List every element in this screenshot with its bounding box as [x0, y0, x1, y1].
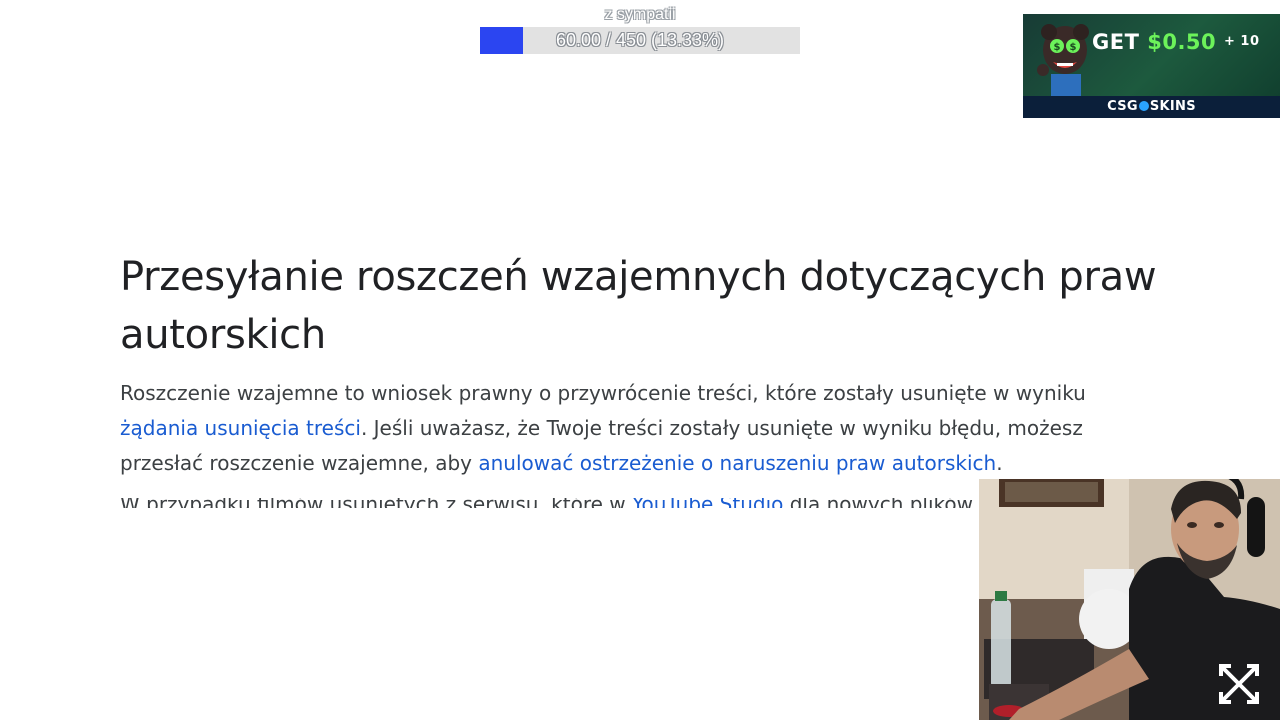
next-line-text-2: dla nowych plików formularza roszczenia [783, 498, 980, 508]
svg-text:$: $ [1054, 42, 1061, 53]
webcam-image [979, 479, 1280, 720]
article-next-line-cut: W przypadku filmów usuniętych z serwisu,… [120, 498, 980, 508]
sponsor-amount: $0.50 [1147, 30, 1217, 54]
sponsor-brand-left: CSG [1107, 99, 1138, 114]
svg-text:$: $ [1070, 42, 1077, 53]
cancel-strike-link[interactable]: anulować ostrzeżenie o naruszeniu praw a… [478, 451, 996, 475]
brand-logo-icon [1138, 101, 1149, 111]
sponsor-plus: + 10 [1223, 34, 1260, 49]
sponsor-banner[interactable]: $ $ GET $0.50 + 10 CSG SKINS [1023, 14, 1280, 118]
sponsor-banner-art: $ $ GET $0.50 + 10 [1023, 14, 1280, 96]
sponsor-brand-right: SKINS [1149, 99, 1196, 114]
mascot-icon: $ $ [1037, 24, 1089, 96]
youtube-studio-link[interactable]: YouTube Studio [632, 498, 783, 508]
next-line-text: W przypadku filmów usuniętych z serwisu,… [120, 498, 980, 508]
intro-text-1: Roszczenie wzajemne to wniosek prawny o … [120, 381, 1086, 405]
next-line-text-1: W przypadku filmów usuniętych z serwisu,… [120, 498, 632, 508]
article-intro: Roszczenie wzajemne to wniosek prawny o … [120, 376, 1160, 481]
sponsor-get: GET [1092, 30, 1140, 54]
donation-goal: z sympatii 60.00 / 450 (13.33%) [480, 5, 800, 55]
goal-progress-bar: 60.00 / 450 (13.33%) [480, 27, 800, 54]
help-article: Przesyłanie roszczeń wzajemnych dotycząc… [120, 248, 1160, 481]
goal-progress-text: 60.00 / 450 (13.33%) [555, 30, 725, 50]
sponsor-offer: GET $0.50 + 10 [1092, 30, 1260, 54]
takedown-request-link[interactable]: żądania usunięcia treści [120, 416, 361, 440]
sponsor-brand: CSG SKINS [1023, 96, 1280, 118]
stream-frame: z sympatii 60.00 / 450 (13.33%) $ $ GET … [0, 0, 1280, 720]
intro-text-3: . [996, 451, 1003, 475]
article-title: Przesyłanie roszczeń wzajemnych dotycząc… [120, 254, 1157, 358]
webcam-feed [979, 479, 1280, 720]
goal-title: z sympatii [604, 6, 676, 23]
